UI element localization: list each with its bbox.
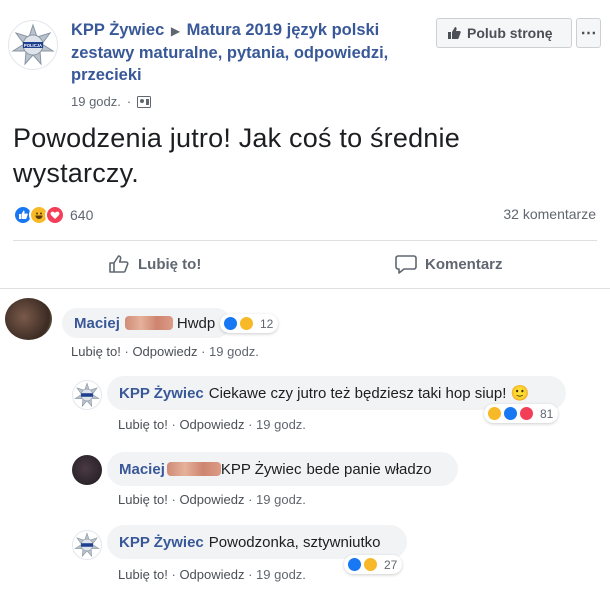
comment-post-label: Komentarz <box>425 255 503 273</box>
reply-text: Ciekawe czy jutro też będziesz taki hop … <box>208 385 530 402</box>
redaction-mark <box>124 316 173 330</box>
reply-reply-link[interactable]: Odpowiedz <box>179 417 244 432</box>
commenter-avatar[interactable] <box>5 298 52 340</box>
reply-mention[interactable]: KPP Żywiec <box>221 461 302 478</box>
more-icon: ⋯ <box>580 25 597 42</box>
comment-reply-link[interactable]: Odpowiedz <box>132 344 197 359</box>
reaction-count: 640 <box>70 207 94 223</box>
reply-avatar[interactable] <box>72 455 102 485</box>
reply-like-link[interactable]: Lubię to! <box>118 492 168 507</box>
reply-reaction-count: 27 <box>384 557 398 572</box>
comment-bubble-icon <box>395 255 417 274</box>
post-text: Powodzenia jutro! Jak coś to średnie wys… <box>13 123 460 188</box>
police-star-icon <box>74 532 100 558</box>
haha-reaction-icon <box>362 556 379 573</box>
page-avatar[interactable]: POLICJA <box>8 20 58 70</box>
comment-count-link[interactable]: 32 komentarze <box>503 206 596 222</box>
haha-reaction-icon <box>238 315 255 332</box>
like-page-label: Polub stronę <box>467 25 553 41</box>
reply-reactions[interactable]: 81 <box>484 404 559 423</box>
comment-text: Hwdp <box>176 314 216 332</box>
reply-reaction-count: 81 <box>540 406 554 421</box>
reply-author-link[interactable]: KPP Żywiec <box>119 534 204 551</box>
comment-bubble: Maciej Hwdp <box>62 308 231 338</box>
post-time[interactable]: 19 godz. <box>71 94 121 109</box>
comment-post-button[interactable]: Komentarz <box>395 254 503 274</box>
reply-avatar[interactable] <box>72 530 102 560</box>
reply-like-link[interactable]: Lubię to! <box>118 567 168 582</box>
police-star-icon: POLICJA <box>11 23 55 66</box>
reply-author-link[interactable]: Maciej <box>119 461 165 478</box>
reply-like-link[interactable]: Lubię to! <box>118 417 168 432</box>
like-post-button[interactable]: Lubię to! <box>108 254 201 274</box>
like-page-button[interactable]: Polub stronę <box>436 18 572 48</box>
comment-time[interactable]: 19 godz. <box>209 344 259 359</box>
reply-actions: Lubię to! · Odpowiedz · 19 godz. <box>118 417 306 432</box>
reply-time[interactable]: 19 godz. <box>256 567 306 582</box>
reply-actions: Lubię to! · Odpowiedz · 19 godz. <box>118 492 306 507</box>
audience-icon[interactable] <box>137 95 152 108</box>
redaction-mark <box>166 462 221 476</box>
arrow-right-icon: ▶ <box>170 24 181 38</box>
post-meta: 19 godz. · <box>71 94 152 109</box>
reply-reply-link[interactable]: Odpowiedz <box>179 492 244 507</box>
like-reaction-icon <box>222 315 239 332</box>
like-reaction-icon <box>502 405 519 422</box>
reply-time[interactable]: 19 godz. <box>256 417 306 432</box>
comment-actions: Lubię to! · Odpowiedz · 19 godz. <box>71 344 259 359</box>
haha-reaction-icon <box>486 405 503 422</box>
love-reaction-icon <box>45 205 65 225</box>
reply-bubble: Maciej KPP Żywiec bede panie władzo <box>107 452 458 486</box>
reply-time[interactable]: 19 godz. <box>256 492 306 507</box>
comment-author-link[interactable]: Maciej <box>74 315 120 332</box>
reply-text: Powodzonka, sztywniutko <box>208 533 381 551</box>
reply-text: bede panie władzo <box>306 460 432 478</box>
page-name-link[interactable]: KPP Żywiec <box>71 21 164 39</box>
reply-reply-link[interactable]: Odpowiedz <box>179 567 244 582</box>
reply-author-link[interactable]: KPP Żywiec <box>119 385 204 402</box>
like-reaction-icon <box>346 556 363 573</box>
like-post-label: Lubię to! <box>138 255 202 273</box>
reply-avatar[interactable] <box>72 380 102 410</box>
police-star-icon <box>74 382 100 408</box>
post-header: KPP Żywiec ▶ Matura 2019 język polski ze… <box>71 19 416 86</box>
reply-bubble: KPP Żywiec Powodzonka, sztywniutko <box>107 525 407 559</box>
divider-bottom <box>0 288 610 289</box>
divider-top <box>13 240 597 241</box>
comment-reaction-count: 12 <box>260 316 274 331</box>
love-reaction-icon <box>518 405 535 422</box>
post-reactions-summary[interactable]: 640 <box>13 205 93 225</box>
police-logo-text: POLICJA <box>24 43 42 48</box>
thumbs-up-outline-icon <box>109 255 129 273</box>
comment-like-link[interactable]: Lubię to! <box>71 344 121 359</box>
comment-reactions[interactable]: 12 <box>220 314 279 333</box>
thumbs-up-icon <box>448 27 461 39</box>
more-options-button[interactable]: ⋯ <box>576 18 601 48</box>
reply-actions: Lubię to! · Odpowiedz · 19 godz. <box>118 567 306 582</box>
reply-reactions[interactable]: 27 <box>344 555 403 574</box>
